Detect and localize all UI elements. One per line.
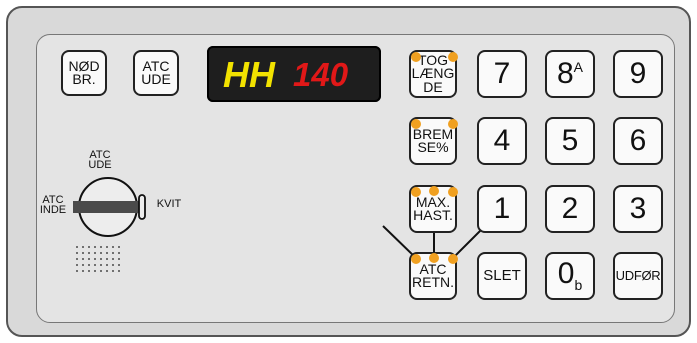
key-8-superscript: A [573, 58, 584, 75]
key-8-label: 8 [556, 56, 574, 90]
indicator-light [448, 52, 458, 62]
key-0[interactable]: 0b [545, 252, 595, 300]
switch-label-atc-ude: ATC UDE [80, 149, 120, 171]
key-6-label: 6 [629, 123, 647, 157]
switch-label-atc-inde: ATC INDE [36, 194, 70, 217]
brake-percent-label-2: SE% [417, 139, 449, 155]
indicator-light [411, 187, 421, 197]
atc-key-switch[interactable] [68, 170, 154, 250]
key-4-label: 4 [493, 123, 511, 157]
train-length-label-3: DE [423, 78, 443, 95]
indicator-light [429, 253, 439, 263]
key-1[interactable]: 1 [477, 185, 527, 233]
key-6[interactable]: 6 [613, 117, 663, 165]
key-3-label: 3 [629, 191, 647, 225]
key-2-label: 2 [561, 191, 579, 225]
max-speed-label-2: HAST. [413, 207, 453, 223]
key-0-subscript: b [574, 276, 583, 293]
key-8-content: 8A [556, 56, 584, 90]
speaker-grille [74, 244, 122, 272]
atc-ude-button[interactable]: ATC UDE [133, 50, 179, 96]
key-1-label: 1 [493, 191, 511, 225]
switch-label-atc-inde-2: INDE [39, 204, 67, 217]
key-0-content: 0b [557, 256, 583, 293]
key-7[interactable]: 7 [477, 50, 527, 98]
indicator-light [448, 187, 458, 197]
execute-button[interactable]: UDFØR [613, 252, 663, 300]
indicator-light [411, 52, 421, 62]
display-mode: HH [223, 54, 275, 95]
key-4[interactable]: 4 [477, 117, 527, 165]
key-2[interactable]: 2 [545, 185, 595, 233]
delete-button[interactable]: SLET [477, 252, 527, 300]
atc-direction-label-2: RETN. [412, 274, 454, 290]
indicator-light [411, 254, 421, 264]
key-5[interactable]: 5 [545, 117, 595, 165]
emergency-brake-button[interactable]: NØD BR. [61, 50, 107, 96]
key-0-label: 0 [557, 256, 575, 290]
atc-ude-label-2: UDE [141, 71, 171, 87]
key-9-label: 9 [629, 56, 647, 90]
key-7-label: 7 [493, 56, 511, 90]
display-value: 140 [293, 56, 349, 93]
key-3[interactable]: 3 [613, 185, 663, 233]
speed-display: HH 140 [207, 46, 381, 102]
indicator-light [411, 119, 421, 129]
indicator-light [429, 186, 439, 196]
indicator-light [448, 119, 458, 129]
indicator-light [448, 254, 458, 264]
key-8[interactable]: 8A [545, 50, 595, 98]
delete-label: SLET [483, 266, 521, 284]
switch-label-kvit: KVIT [156, 198, 182, 210]
key-9[interactable]: 9 [613, 50, 663, 98]
execute-label: UDFØR [615, 267, 661, 283]
emergency-brake-label-2: BR. [72, 71, 96, 87]
key-5-label: 5 [561, 123, 579, 157]
